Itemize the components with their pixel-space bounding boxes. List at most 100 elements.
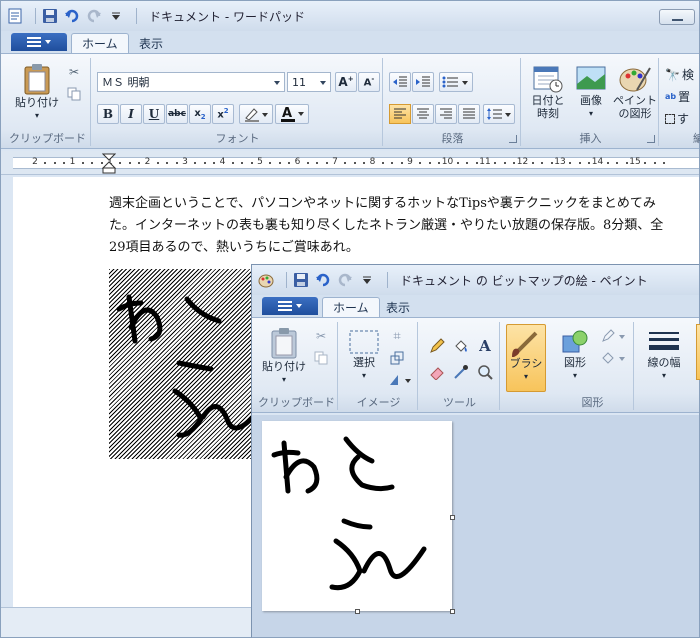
grow-font-button[interactable]: A+: [335, 72, 357, 92]
align-center-button[interactable]: [412, 104, 434, 124]
cut-button[interactable]: ✂: [63, 62, 85, 82]
ruler-tick-dot: [625, 162, 628, 164]
brush-button[interactable]: ブラシ ▾: [506, 324, 546, 392]
paragraph-launcher-icon[interactable]: [509, 135, 517, 143]
ruler-tick-dot: [503, 162, 506, 164]
minimize-button[interactable]: [659, 9, 695, 25]
highlight-color-button[interactable]: [239, 104, 273, 124]
ruler-tick-dot: [241, 162, 244, 164]
bold-button[interactable]: B: [97, 104, 119, 124]
paint-select-button[interactable]: 選択 ▾: [344, 328, 384, 382]
paint-qat-separator: [286, 272, 287, 288]
text-tool[interactable]: A: [474, 336, 496, 356]
underline-button[interactable]: U: [143, 104, 165, 124]
justify-icon: [463, 108, 475, 119]
canvas-resize-handle-corner[interactable]: [450, 609, 455, 614]
qat-customize-icon[interactable]: [108, 8, 124, 24]
ruler-tick-dot: [44, 162, 47, 164]
canvas-resize-handle-right[interactable]: [450, 515, 455, 520]
eraser-tool[interactable]: [426, 362, 448, 382]
wordpad-app-menu-button[interactable]: [11, 33, 67, 51]
insert-launcher-icon[interactable]: [647, 135, 655, 143]
picture-icon: [576, 66, 606, 90]
paint-copy-button[interactable]: [310, 348, 332, 368]
calendar-clock-icon: [533, 66, 563, 93]
size-button[interactable]: 線の幅 ▾: [640, 328, 688, 382]
ruler-tick-dot: [438, 162, 441, 164]
font-family-select[interactable]: ＭＳ 明朝: [97, 72, 285, 92]
paint-tab-view[interactable]: 表示: [376, 297, 420, 317]
paint-redo-icon[interactable]: [337, 272, 353, 288]
align-left-button[interactable]: [389, 104, 411, 124]
wordpad-title: ドキュメント - ワードパッド: [149, 9, 305, 24]
italic-icon: I: [128, 107, 134, 121]
italic-button[interactable]: I: [120, 104, 142, 124]
outline-button[interactable]: [598, 326, 630, 346]
superscript-button[interactable]: x2: [212, 104, 234, 124]
replace-button[interactable]: ab 置: [665, 88, 690, 105]
text-tool-icon: A: [479, 337, 491, 355]
tab-home[interactable]: ホーム: [71, 33, 129, 53]
paint-app-icon[interactable]: [258, 272, 274, 288]
indent-marker-icon[interactable]: [102, 153, 116, 175]
insert-group: 日付と 時刻 画像 ▾ ペイント の図形 挿入: [523, 58, 659, 146]
paint-clipboard-group: 貼り付け ▾ ✂ クリップボード: [256, 322, 338, 410]
line-spacing-button[interactable]: [483, 104, 515, 124]
shrink-font-button[interactable]: A-: [358, 72, 380, 92]
crop-button[interactable]: ⌗: [386, 326, 408, 346]
save-icon[interactable]: [42, 8, 58, 24]
paint-qat-customize-icon[interactable]: [359, 272, 375, 288]
paint-undo-icon[interactable]: [315, 272, 331, 288]
font-size-select[interactable]: 11: [287, 72, 331, 92]
increase-indent-button[interactable]: [412, 72, 434, 92]
shapes-button[interactable]: 図形 ▾: [556, 328, 594, 382]
wordpad-app-icon[interactable]: [7, 8, 23, 24]
pencil-tool[interactable]: [426, 336, 448, 356]
undo-icon[interactable]: [64, 8, 80, 24]
select-all-button[interactable]: す: [665, 110, 689, 127]
paint-drawing-button[interactable]: ペイント の図形: [613, 64, 657, 120]
embedded-paint-image[interactable]: [109, 269, 259, 459]
rotate-button[interactable]: [386, 370, 416, 390]
resize-button[interactable]: [386, 348, 408, 368]
strikethrough-button[interactable]: abc: [166, 104, 188, 124]
brush-icon: [512, 331, 538, 357]
decrease-indent-button[interactable]: [389, 72, 411, 92]
find-button[interactable]: 🔭 検: [665, 66, 694, 83]
magnifier-tool[interactable]: [474, 362, 496, 382]
redo-icon[interactable]: [86, 8, 102, 24]
ruler-tick-dot: [213, 162, 216, 164]
canvas-resize-handle-bottom[interactable]: [355, 609, 360, 614]
paint-canvas[interactable]: [262, 421, 452, 611]
font-color-button[interactable]: A: [275, 104, 309, 124]
paint-cut-button[interactable]: ✂: [310, 326, 332, 346]
paint-app-menu-button[interactable]: [262, 297, 318, 315]
ruler-tick-dot: [531, 162, 534, 164]
ruler[interactable]: 2 1 1 2 3 4 5 6 7 8 9 10 11 12 13 14 15: [1, 151, 699, 175]
paragraph-group-label: 段落: [441, 132, 464, 145]
paint-save-icon[interactable]: [293, 272, 309, 288]
ruler-tick-label: 7: [332, 157, 338, 167]
datetime-label: 日付と 時刻: [531, 94, 565, 120]
datetime-button[interactable]: 日付と 時刻: [527, 64, 569, 120]
align-right-button[interactable]: [435, 104, 457, 124]
copy-button[interactable]: [63, 84, 85, 104]
picture-button[interactable]: 画像 ▾: [571, 64, 611, 120]
ruler-tick-dot: [128, 162, 131, 164]
fill-button[interactable]: [598, 348, 630, 368]
paint-select-label: 選択: [353, 356, 375, 369]
justify-button[interactable]: [458, 104, 480, 124]
tab-view[interactable]: 表示: [129, 33, 173, 53]
paint-tab-home[interactable]: ホーム: [322, 297, 380, 317]
ruler-tick-label: 9: [407, 157, 413, 167]
ruler-tick-dot: [391, 162, 394, 164]
eraser-icon: [430, 367, 444, 380]
paste-button[interactable]: 貼り付け ▾: [15, 62, 59, 122]
paint-paste-button[interactable]: 貼り付け ▾: [262, 326, 306, 386]
color1-swatch-edge[interactable]: [696, 324, 700, 380]
subscript-button[interactable]: x2: [189, 104, 211, 124]
paint-shapes-group: 図形 ▾ 図形: [552, 322, 634, 410]
fill-tool[interactable]: [450, 336, 472, 356]
color-picker-tool[interactable]: [450, 362, 472, 382]
bullet-list-button[interactable]: [439, 72, 473, 92]
